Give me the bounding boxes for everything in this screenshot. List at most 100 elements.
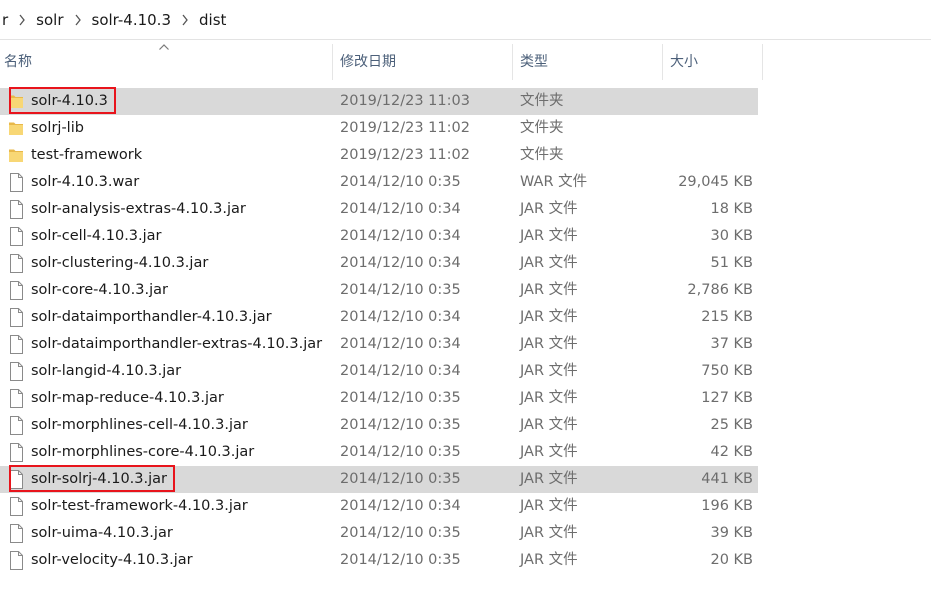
file-row[interactable]: solr-map-reduce-4.10.3.jar 2014/12/10 0:3…	[0, 385, 758, 412]
file-name: solr-clustering-4.10.3.jar	[31, 255, 209, 271]
file-name: solr-langid-4.10.3.jar	[31, 363, 182, 379]
file-name: solrj-lib	[31, 120, 84, 136]
file-name: solr-core-4.10.3.jar	[31, 282, 168, 298]
file-name: solr-map-reduce-4.10.3.jar	[31, 390, 224, 406]
file-icon	[10, 551, 23, 570]
file-modified-date: 2019/12/23 11:02	[340, 120, 470, 136]
breadcrumb-item-current[interactable]: dist	[195, 11, 230, 29]
file-size: 441 KB	[701, 471, 753, 487]
file-modified-date: 2014/12/10 0:35	[340, 282, 461, 298]
column-header-size[interactable]: 大小	[663, 44, 763, 80]
file-type: JAR 文件	[520, 282, 578, 298]
file-icon	[10, 281, 23, 300]
folder-row[interactable]: test-framework 2019/12/23 11:02 文件夹	[0, 142, 758, 169]
folder-row[interactable]: solrj-lib 2019/12/23 11:02 文件夹	[0, 115, 758, 142]
file-icon	[10, 362, 23, 381]
file-modified-date: 2019/12/23 11:02	[340, 147, 470, 163]
folder-icon	[9, 149, 23, 162]
file-modified-date: 2014/12/10 0:34	[340, 336, 461, 352]
file-size: 29,045 KB	[678, 174, 753, 190]
file-row[interactable]: solr-4.10.3.war 2014/12/10 0:35 WAR 文件 29,0…	[0, 169, 758, 196]
file-modified-date: 2019/12/23 11:03	[340, 93, 470, 109]
file-name: solr-solrj-4.10.3.jar	[31, 471, 168, 487]
file-icon	[10, 497, 23, 516]
column-header-row: 名称 修改日期 类型 大小	[0, 44, 931, 80]
file-row[interactable]: solr-morphlines-cell-4.10.3.jar 2014/12/1…	[0, 412, 758, 439]
file-row[interactable]: solr-morphlines-core-4.10.3.jar 2014/12/1…	[0, 439, 758, 466]
file-row[interactable]: solr-dataimporthandler-4.10.3.jar 2014/12…	[0, 304, 758, 331]
chevron-right-icon[interactable]	[175, 14, 195, 26]
file-row[interactable]: solr-uima-4.10.3.jar 2014/12/10 0:35 JAR 文…	[0, 520, 758, 547]
file-name: solr-morphlines-cell-4.10.3.jar	[31, 417, 248, 433]
file-type: JAR 文件	[520, 201, 578, 217]
file-icon	[10, 470, 23, 489]
column-header-type-label: 类型	[520, 54, 548, 70]
file-type: JAR 文件	[520, 444, 578, 460]
file-size: 30 KB	[710, 228, 753, 244]
file-modified-date: 2014/12/10 0:35	[340, 552, 461, 568]
file-name: solr-4.10.3	[31, 93, 108, 109]
file-icon	[10, 254, 23, 273]
column-header-name-label: 名称	[4, 54, 32, 70]
file-row[interactable]: solr-core-4.10.3.jar 2014/12/10 0:35 JAR 文…	[0, 277, 758, 304]
file-icon	[10, 200, 23, 219]
file-size: 20 KB	[710, 552, 753, 568]
file-icon	[10, 416, 23, 435]
file-row[interactable]: solr-analysis-extras-4.10.3.jar 2014/12/1…	[0, 196, 758, 223]
file-modified-date: 2014/12/10 0:34	[340, 363, 461, 379]
file-icon	[10, 173, 23, 192]
file-type: WAR 文件	[520, 174, 588, 190]
file-icon	[10, 443, 23, 462]
chevron-right-icon[interactable]	[68, 14, 88, 26]
file-size: 215 KB	[701, 309, 753, 325]
file-type: JAR 文件	[520, 363, 578, 379]
file-row[interactable]: solr-langid-4.10.3.jar 2014/12/10 0:34 JAR…	[0, 358, 758, 385]
file-modified-date: 2014/12/10 0:35	[340, 390, 461, 406]
file-icon	[10, 335, 23, 354]
file-type: JAR 文件	[520, 309, 578, 325]
file-name: solr-dataimporthandler-4.10.3.jar	[31, 309, 272, 325]
file-type: JAR 文件	[520, 498, 578, 514]
breadcrumb-item[interactable]: r	[0, 11, 12, 29]
file-type: JAR 文件	[520, 390, 578, 406]
file-modified-date: 2014/12/10 0:35	[340, 174, 461, 190]
column-header-size-label: 大小	[670, 54, 698, 70]
folder-icon	[9, 122, 23, 135]
file-list: solr-4.10.3 2019/12/23 11:03 文件夹 solrj-lib 2…	[0, 87, 931, 574]
file-row[interactable]: solr-clustering-4.10.3.jar 2014/12/10 0:3…	[0, 250, 758, 277]
column-header-name[interactable]: 名称	[0, 44, 333, 80]
file-row[interactable]: solr-dataimporthandler-extras-4.10.3.jar…	[0, 331, 758, 358]
breadcrumb-item[interactable]: solr-4.10.3	[88, 11, 176, 29]
file-name: solr-cell-4.10.3.jar	[31, 228, 162, 244]
file-name: test-framework	[31, 147, 143, 163]
folder-icon	[9, 95, 23, 108]
folder-row[interactable]: solr-4.10.3 2019/12/23 11:03 文件夹	[0, 88, 758, 115]
column-header-type[interactable]: 类型	[513, 44, 663, 80]
file-type: JAR 文件	[520, 228, 578, 244]
column-header-date[interactable]: 修改日期	[333, 44, 513, 80]
file-size: 39 KB	[710, 525, 753, 541]
file-size: 196 KB	[701, 498, 753, 514]
file-modified-date: 2014/12/10 0:34	[340, 309, 461, 325]
breadcrumb-item[interactable]: solr	[32, 11, 67, 29]
file-size	[663, 142, 753, 169]
file-type: 文件夹	[520, 120, 564, 136]
column-header-date-label: 修改日期	[340, 54, 396, 70]
chevron-right-icon[interactable]	[12, 14, 32, 26]
file-type: JAR 文件	[520, 336, 578, 352]
file-modified-date: 2014/12/10 0:35	[340, 417, 461, 433]
file-name: solr-velocity-4.10.3.jar	[31, 552, 193, 568]
file-type: 文件夹	[520, 93, 564, 109]
file-modified-date: 2014/12/10 0:34	[340, 228, 461, 244]
file-type: JAR 文件	[520, 552, 578, 568]
file-row[interactable]: solr-test-framework-4.10.3.jar 2014/12/10…	[0, 493, 758, 520]
file-row[interactable]: solr-velocity-4.10.3.jar 2014/12/10 0:35 J…	[0, 547, 758, 574]
file-name: solr-morphlines-core-4.10.3.jar	[31, 444, 255, 460]
file-size: 18 KB	[710, 201, 753, 217]
file-size: 25 KB	[710, 417, 753, 433]
file-row[interactable]: solr-solrj-4.10.3.jar 2014/12/10 0:35 JAR …	[0, 466, 758, 493]
file-size: 2,786 KB	[687, 282, 753, 298]
file-row[interactable]: solr-cell-4.10.3.jar 2014/12/10 0:34 JAR 文…	[0, 223, 758, 250]
sort-ascending-icon	[159, 44, 169, 50]
file-size: 37 KB	[710, 336, 753, 352]
